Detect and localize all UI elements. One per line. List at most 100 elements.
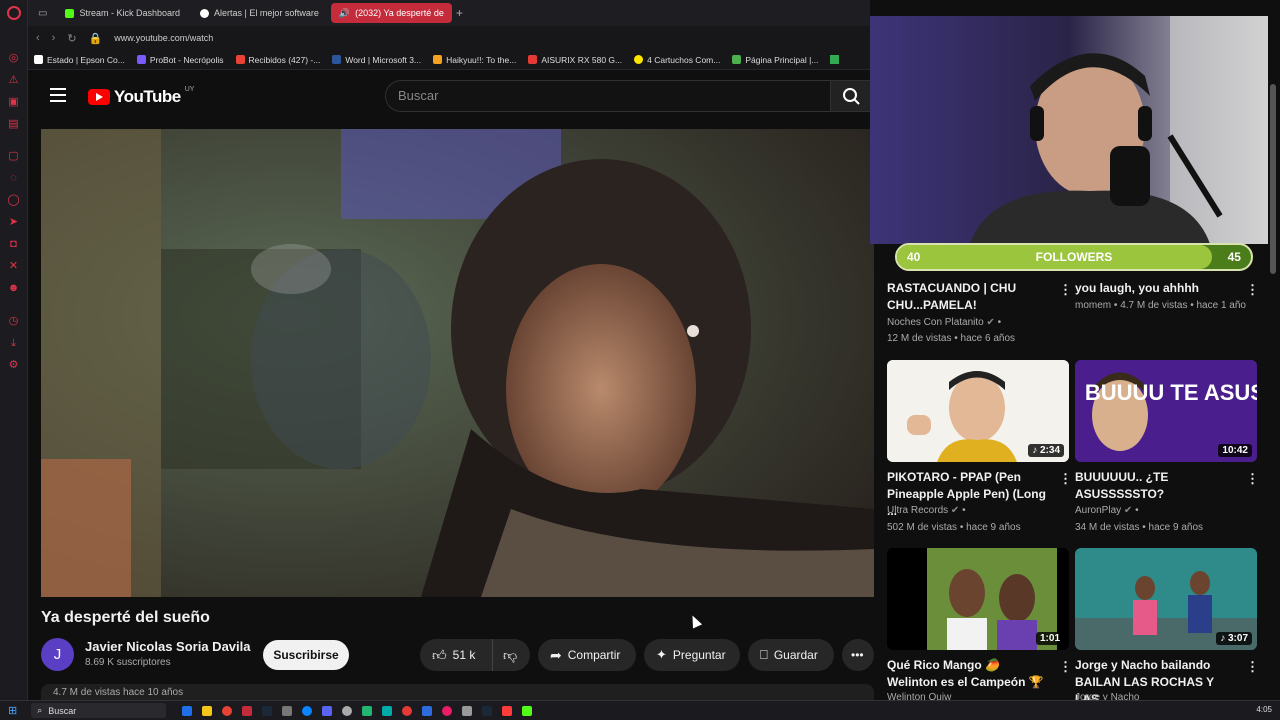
sidebar-app-icon[interactable]: ◎ (7, 52, 20, 65)
rec-thumbnail[interactable]: ♪ 2:34 (887, 360, 1069, 462)
search-button[interactable] (831, 80, 871, 112)
rec-title[interactable]: Qué Rico Mango 🥭 Welinton es el Campeón … (887, 657, 1052, 691)
taskbar-apps (182, 705, 533, 716)
search-input[interactable]: Buscar (385, 80, 831, 112)
discord-icon[interactable]: ☻ (7, 282, 20, 295)
rec-menu-icon[interactable]: ⋮ (1059, 659, 1072, 675)
hamburger-menu-icon[interactable] (50, 88, 66, 102)
dislike-button[interactable]: 👎︎ (492, 639, 530, 671)
tab-alertas[interactable]: Alertas | El mejor software (192, 3, 327, 23)
sidebar-app-icon[interactable]: ▤ (7, 118, 20, 131)
opera-icon[interactable] (242, 705, 253, 716)
rec-menu-icon[interactable]: ⋮ (1059, 282, 1072, 298)
alertas-icon (200, 8, 209, 18)
verified-icon: ✔ (1123, 505, 1133, 516)
subscriber-count: 8.69 K suscriptores (85, 657, 171, 668)
rec-thumbnail[interactable]: ♪ 3:07 (1075, 548, 1257, 650)
save-button[interactable]: ⎕ Guardar (748, 639, 834, 671)
more-actions-button[interactable]: ••• (842, 639, 874, 671)
download-icon[interactable]: ⤓ (7, 337, 20, 350)
x-icon[interactable]: ✕ (7, 260, 20, 273)
tab-bar: ▭ Stream - Kick Dashboard Alertas | El m… (28, 0, 870, 26)
rec-meta: 34 M de vistas • hace 9 años (1075, 522, 1204, 533)
bookmark-item[interactable]: Recibidos (427) -... (235, 55, 320, 65)
rec-channel[interactable]: Noches Con Platanito ✔ • (887, 317, 1001, 328)
edge-icon[interactable] (302, 705, 313, 716)
reload-icon[interactable]: ↻ (67, 32, 76, 45)
tab-kick[interactable]: Stream - Kick Dashboard (57, 3, 188, 23)
twitch-icon[interactable]: ▢ (7, 150, 20, 163)
rec-menu-icon[interactable]: ⋮ (1246, 282, 1259, 298)
system-clock[interactable]: 4:05 (1256, 705, 1272, 714)
new-tab-button[interactable]: + (456, 6, 463, 20)
taskbar-app-icon[interactable] (402, 705, 413, 716)
url-field[interactable]: www.youtube.com/watch (114, 33, 213, 43)
bookmark-item[interactable] (830, 55, 840, 64)
bookmark-item[interactable]: AISURIX RX 580 G... (528, 55, 622, 65)
rec-channel[interactable]: Ultra Records ✔ • (887, 505, 966, 516)
explorer-icon[interactable] (202, 705, 213, 716)
vscode-icon[interactable] (382, 705, 393, 716)
chrome-icon[interactable] (222, 705, 233, 716)
ask-button[interactable]: ✦ Preguntar (644, 639, 740, 671)
opera-logo-icon[interactable] (7, 6, 21, 20)
telegram-icon[interactable]: ➤ (7, 216, 20, 229)
tab-overview-icon[interactable]: ▭ (38, 8, 47, 19)
whatsapp-icon[interactable]: ◯ (7, 194, 20, 207)
rec-thumbnail[interactable]: 1:01 (887, 548, 1069, 650)
youtube-header: YouTube UY Buscar (28, 70, 871, 122)
bookmark-item[interactable]: Página Principal |... (732, 55, 818, 65)
discord-icon[interactable] (322, 705, 333, 716)
tab-youtube[interactable]: 🔊 (2032) Ya desperté de (330, 3, 452, 23)
rec-channel[interactable]: AuronPlay ✔ • (1075, 505, 1139, 516)
rec-thumbnail[interactable]: BUUUU TE ASUSTO 10:42 (1075, 360, 1257, 462)
video-description[interactable]: 4.7 M de vistas hace 10 años (41, 684, 874, 700)
rec-menu-icon[interactable]: ⋮ (1246, 471, 1259, 487)
clock-icon[interactable]: ◷ (7, 315, 20, 328)
tab-label: Stream - Kick Dashboard (79, 8, 180, 18)
bookmark-item[interactable]: Estado | Epson Co... (34, 55, 125, 65)
rec-title[interactable]: BUUUUUU.. ¿TE ASUSSSSSTO? (1075, 469, 1240, 503)
settings-icon[interactable]: ⚙ (7, 359, 20, 372)
bookmark-icon: ⎕ (760, 647, 768, 662)
obs-icon[interactable] (342, 705, 353, 716)
search-icon: ⌕ (37, 705, 43, 715)
video-player[interactable] (41, 129, 874, 597)
messenger-icon[interactable]: ◌ (7, 172, 20, 185)
instagram-icon[interactable]: ◘ (7, 238, 20, 251)
bookmark-item[interactable]: 4 Cartuchos Com... (634, 55, 720, 65)
channel-name[interactable]: Javier Nicolas Soria Davila (85, 639, 250, 654)
rec-title[interactable]: RASTACUANDO | CHU CHU...PAMELA! (887, 280, 1052, 314)
rec-menu-icon[interactable]: ⋮ (1059, 471, 1072, 487)
taskbar-app-icon[interactable] (362, 705, 373, 716)
share-button[interactable]: ➦ Compartir (538, 639, 636, 671)
back-icon[interactable]: ‹ (36, 32, 40, 44)
kick-icon[interactable] (522, 705, 533, 716)
scrollbar[interactable] (1270, 84, 1276, 274)
subscribe-button[interactable]: Suscribirse (263, 640, 349, 670)
steam-icon[interactable] (482, 705, 493, 716)
kick-icon (65, 8, 75, 18)
photoshop-icon[interactable] (422, 705, 433, 716)
bookmark-item[interactable]: Haikyuu!!: To the... (433, 55, 516, 65)
rec-menu-icon[interactable]: ⋮ (1246, 659, 1259, 675)
like-button[interactable]: 👍︎ 51 k (420, 639, 492, 671)
taskbar-search[interactable]: ⌕ Buscar (31, 703, 167, 718)
forward-icon[interactable]: › (52, 32, 56, 44)
taskbar-app-icon[interactable] (462, 705, 473, 716)
youtube-logo[interactable]: YouTube UY (88, 86, 194, 107)
bookmark-item[interactable]: Word | Microsoft 3... (332, 55, 421, 65)
taskbar-app-icon[interactable] (282, 705, 293, 716)
sidebar-app-icon[interactable]: ▣ (7, 96, 20, 109)
windows-start-icon[interactable]: ⊞ (8, 704, 17, 717)
taskbar-app-icon[interactable] (182, 705, 193, 716)
rec-title[interactable]: you laugh, you ahhhh (1075, 280, 1240, 297)
sidebar-app-icon[interactable]: ⚠ (7, 74, 20, 87)
probot-icon (136, 55, 146, 64)
youtube-icon[interactable] (502, 705, 513, 716)
taskbar-app-icon[interactable] (442, 705, 453, 716)
channel-avatar[interactable]: J (41, 638, 74, 671)
steam-icon[interactable] (262, 705, 273, 716)
streamer-cam (870, 16, 1268, 244)
bookmark-item[interactable]: ProBot - Necrópolis (136, 55, 224, 65)
